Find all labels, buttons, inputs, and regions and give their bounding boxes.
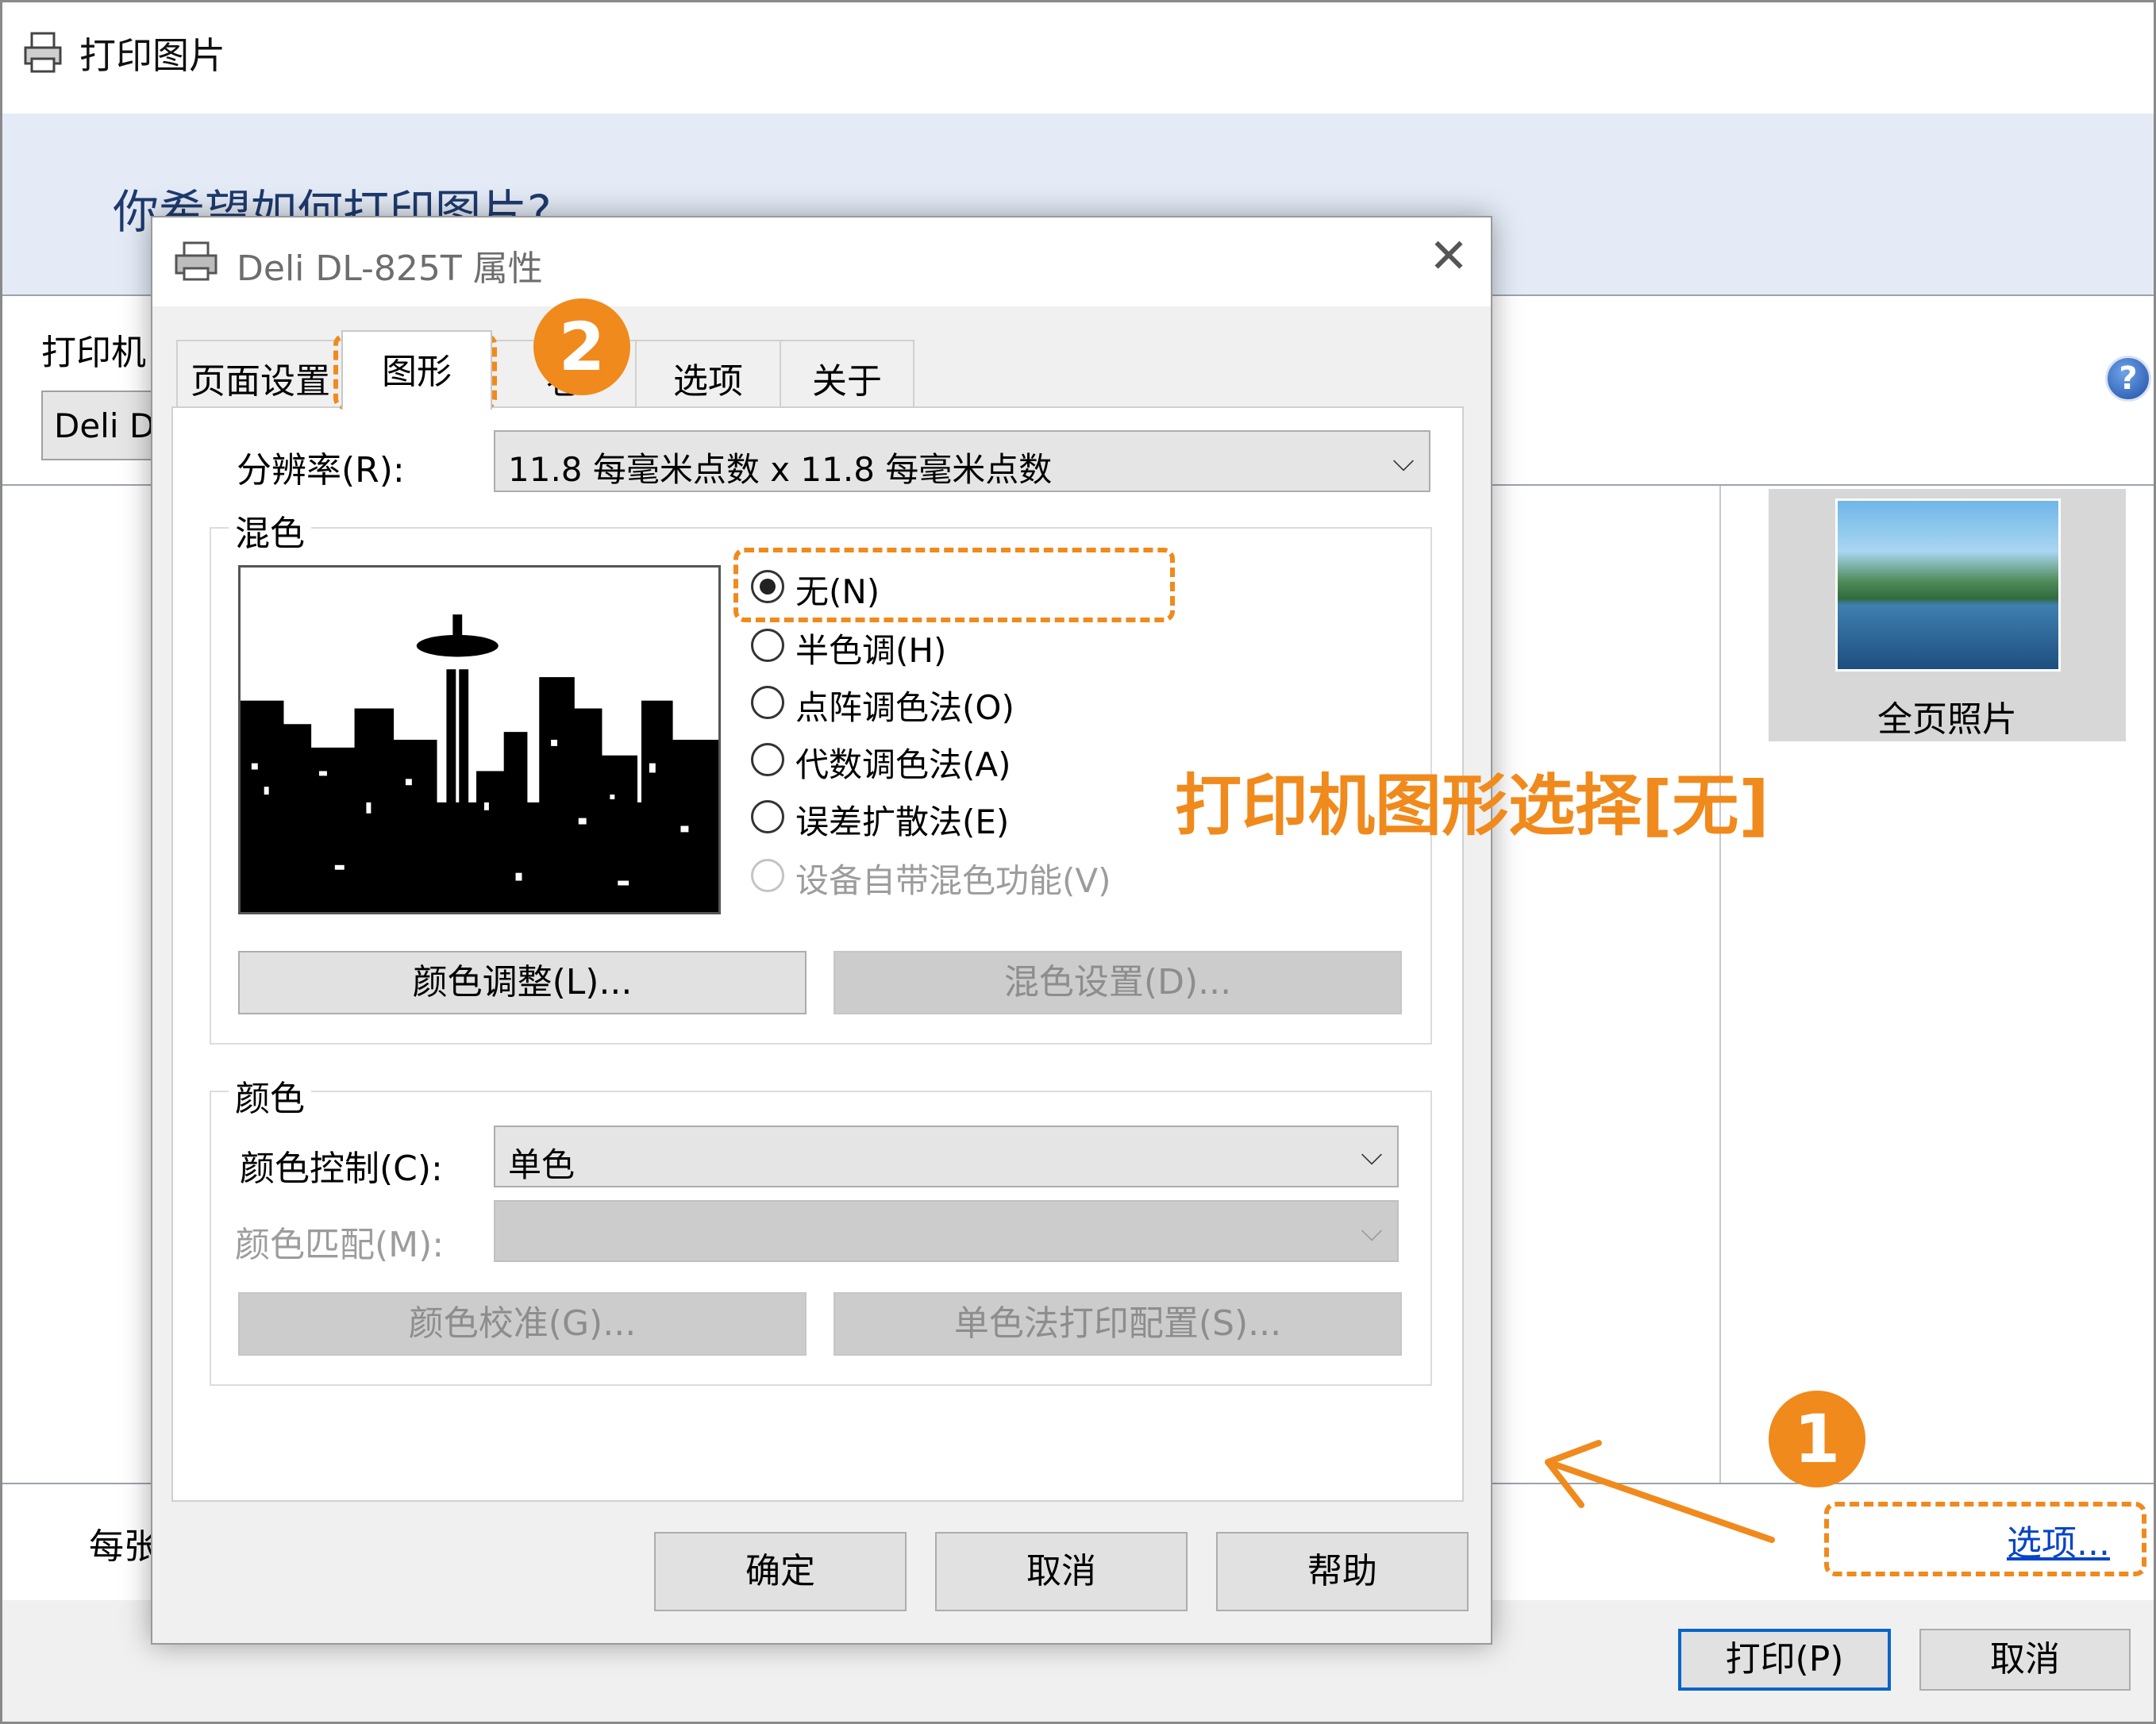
color-group-title: 颜色	[229, 1070, 311, 1121]
color-control-label: 颜色控制(C):	[240, 1149, 443, 1189]
tab-graphics[interactable]: 图形	[341, 330, 492, 410]
annotation-arrow-icon	[1545, 1440, 1775, 1543]
radio-icon[interactable]	[751, 743, 784, 776]
tab-page-setup[interactable]: 页面设置	[176, 340, 345, 408]
annotation-box-none-option	[733, 548, 1175, 622]
mono-print-config-button: 单色法打印配置(S)...	[834, 1292, 1402, 1356]
help-button[interactable]: 帮助	[1216, 1532, 1469, 1611]
chevron-down-icon: ⌵	[1361, 1215, 1383, 1248]
landscape-thumbnail	[1835, 498, 2061, 672]
annotation-step-2: 2	[533, 298, 630, 395]
radio-icon[interactable]	[751, 800, 784, 833]
annotation-box-options-link	[1824, 1502, 2146, 1576]
radio-icon[interactable]	[751, 629, 784, 662]
printer-label: 打印机	[41, 333, 146, 373]
tab-options[interactable]: 选项	[635, 340, 781, 408]
print-button[interactable]: 打印(P)	[1678, 1629, 1891, 1691]
close-icon[interactable]: ✕	[1421, 230, 1476, 286]
dither-option-algebraic[interactable]: 代数调色法(A)	[751, 738, 1084, 786]
color-control-select[interactable]: 单色	[494, 1126, 1399, 1187]
tab-about[interactable]: 关于	[780, 340, 914, 408]
color-match-label: 颜色匹配(M):	[235, 1225, 445, 1265]
dither-option-ordered[interactable]: 点阵调色法(O)	[751, 681, 1084, 729]
help-icon[interactable]: ?	[2105, 356, 2151, 402]
dither-group-title: 混色	[229, 505, 311, 556]
radio-icon	[751, 859, 784, 892]
cancel-button[interactable]: 取消	[935, 1532, 1188, 1611]
color-match-select	[494, 1200, 1399, 1262]
resolution-select[interactable]: 11.8 每毫米点数 x 11.8 每毫米点数	[494, 430, 1430, 492]
color-adjust-button[interactable]: 颜色调整(L)...	[238, 951, 807, 1014]
dither-option-error-diffusion[interactable]: 误差扩散法(E)	[751, 795, 1084, 843]
printer-select[interactable]: Deli D	[41, 391, 168, 460]
copies-per-picture-label: 每张	[89, 1526, 159, 1567]
printer-icon	[24, 32, 62, 73]
window-titlebar	[2, 2, 2154, 114]
resolution-label: 分辨率(R):	[237, 450, 405, 491]
dither-option-halftone[interactable]: 半色调(H)	[751, 624, 1084, 672]
window-cancel-button[interactable]: 取消	[1919, 1629, 2131, 1691]
dither-preview-image	[238, 565, 721, 914]
layout-panel-divider	[1719, 486, 1721, 1483]
color-calibrate-button: 颜色校准(G)...	[238, 1292, 807, 1356]
chevron-down-icon[interactable]: ⌵	[1388, 446, 1419, 478]
layout-option-caption: 全页照片	[1877, 699, 2017, 740]
chevron-down-icon[interactable]: ⌵	[1356, 1140, 1388, 1172]
annotation-caption: 打印机图形选择[无]	[1175, 767, 1769, 845]
dither-option-device: 设备自带混色功能(V)	[751, 854, 1164, 902]
ok-button[interactable]: 确定	[654, 1532, 907, 1611]
dither-settings-button: 混色设置(D)...	[834, 951, 1402, 1014]
radio-icon[interactable]	[751, 686, 784, 719]
printer-icon	[175, 241, 218, 281]
dialog-title: Deli DL-825T 属性	[237, 248, 543, 289]
window-title: 打印图片	[79, 34, 225, 77]
